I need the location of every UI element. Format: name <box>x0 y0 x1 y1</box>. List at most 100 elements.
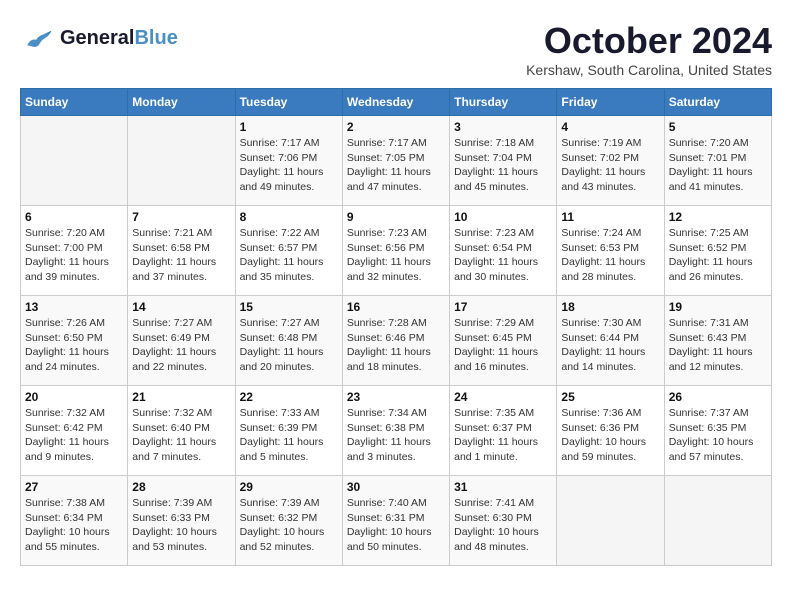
header-day: Wednesday <box>342 89 449 116</box>
calendar-cell: 6 Sunrise: 7:20 AM Sunset: 7:00 PM Daylig… <box>21 206 128 296</box>
day-info: Sunrise: 7:32 AM Sunset: 6:42 PM Dayligh… <box>25 406 123 465</box>
day-info: Sunrise: 7:20 AM Sunset: 7:00 PM Dayligh… <box>25 226 123 285</box>
day-info: Sunrise: 7:39 AM Sunset: 6:33 PM Dayligh… <box>132 496 230 555</box>
day-info: Sunrise: 7:31 AM Sunset: 6:43 PM Dayligh… <box>669 316 767 375</box>
day-number: 15 <box>240 300 338 314</box>
day-number: 23 <box>347 390 445 404</box>
calendar-cell: 4 Sunrise: 7:19 AM Sunset: 7:02 PM Daylig… <box>557 116 664 206</box>
day-info: Sunrise: 7:33 AM Sunset: 6:39 PM Dayligh… <box>240 406 338 465</box>
day-number: 17 <box>454 300 552 314</box>
calendar-cell: 15Sunrise: 7:27 AM Sunset: 6:48 PM Dayli… <box>235 296 342 386</box>
day-number: 10 <box>454 210 552 224</box>
calendar-header: SundayMondayTuesdayWednesdayThursdayFrid… <box>21 89 772 116</box>
day-number: 31 <box>454 480 552 494</box>
day-info: Sunrise: 7:23 AM Sunset: 6:56 PM Dayligh… <box>347 226 445 285</box>
day-info: Sunrise: 7:35 AM Sunset: 6:37 PM Dayligh… <box>454 406 552 465</box>
day-number: 28 <box>132 480 230 494</box>
header-day: Friday <box>557 89 664 116</box>
header-day: Thursday <box>450 89 557 116</box>
day-number: 7 <box>132 210 230 224</box>
day-number: 12 <box>669 210 767 224</box>
logo: GeneralBlue <box>20 20 178 56</box>
calendar-cell: 2 Sunrise: 7:17 AM Sunset: 7:05 PM Daylig… <box>342 116 449 206</box>
day-info: Sunrise: 7:37 AM Sunset: 6:35 PM Dayligh… <box>669 406 767 465</box>
day-info: Sunrise: 7:34 AM Sunset: 6:38 PM Dayligh… <box>347 406 445 465</box>
calendar-body: 1Sunrise: 7:17 AM Sunset: 7:06 PM Daylig… <box>21 116 772 566</box>
calendar-cell <box>21 116 128 206</box>
calendar-cell: 11Sunrise: 7:24 AM Sunset: 6:53 PM Dayli… <box>557 206 664 296</box>
day-info: Sunrise: 7:38 AM Sunset: 6:34 PM Dayligh… <box>25 496 123 555</box>
day-info: Sunrise: 7:40 AM Sunset: 6:31 PM Dayligh… <box>347 496 445 555</box>
header-day: Saturday <box>664 89 771 116</box>
logo-icon <box>20 20 56 56</box>
day-number: 22 <box>240 390 338 404</box>
calendar-cell: 8 Sunrise: 7:22 AM Sunset: 6:57 PM Daylig… <box>235 206 342 296</box>
day-number: 9 <box>347 210 445 224</box>
calendar-cell: 20 Sunrise: 7:32 AM Sunset: 6:42 PM Dayli… <box>21 386 128 476</box>
logo-general: GeneralBlue <box>60 27 178 49</box>
calendar-cell: 25Sunrise: 7:36 AM Sunset: 6:36 PM Dayli… <box>557 386 664 476</box>
month-title: October 2024 <box>526 20 772 62</box>
day-number: 11 <box>561 210 659 224</box>
day-number: 16 <box>347 300 445 314</box>
day-info: Sunrise: 7:20 AM Sunset: 7:01 PM Dayligh… <box>669 136 767 195</box>
calendar-cell: 21 Sunrise: 7:32 AM Sunset: 6:40 PM Dayli… <box>128 386 235 476</box>
day-number: 21 <box>132 390 230 404</box>
day-info: Sunrise: 7:32 AM Sunset: 6:40 PM Dayligh… <box>132 406 230 465</box>
day-info: Sunrise: 7:18 AM Sunset: 7:04 PM Dayligh… <box>454 136 552 195</box>
header-day: Sunday <box>21 89 128 116</box>
day-number: 1 <box>240 120 338 134</box>
day-info: Sunrise: 7:30 AM Sunset: 6:44 PM Dayligh… <box>561 316 659 375</box>
day-number: 6 <box>25 210 123 224</box>
day-info: Sunrise: 7:41 AM Sunset: 6:30 PM Dayligh… <box>454 496 552 555</box>
day-info: Sunrise: 7:17 AM Sunset: 7:05 PM Dayligh… <box>347 136 445 195</box>
day-number: 27 <box>25 480 123 494</box>
calendar-cell: 16 Sunrise: 7:28 AM Sunset: 6:46 PM Dayli… <box>342 296 449 386</box>
day-number: 29 <box>240 480 338 494</box>
day-number: 26 <box>669 390 767 404</box>
calendar-cell: 9 Sunrise: 7:23 AM Sunset: 6:56 PM Daylig… <box>342 206 449 296</box>
calendar-cell: 27 Sunrise: 7:38 AM Sunset: 6:34 PM Dayli… <box>21 476 128 566</box>
calendar-week-row: 20 Sunrise: 7:32 AM Sunset: 6:42 PM Dayli… <box>21 386 772 476</box>
day-number: 25 <box>561 390 659 404</box>
calendar-table: SundayMondayTuesdayWednesdayThursdayFrid… <box>20 88 772 566</box>
calendar-cell: 29 Sunrise: 7:39 AM Sunset: 6:32 PM Dayli… <box>235 476 342 566</box>
calendar-week-row: 1Sunrise: 7:17 AM Sunset: 7:06 PM Daylig… <box>21 116 772 206</box>
page-header: GeneralBlue October 2024 Kershaw, South … <box>20 20 772 78</box>
day-info: Sunrise: 7:28 AM Sunset: 6:46 PM Dayligh… <box>347 316 445 375</box>
day-number: 2 <box>347 120 445 134</box>
day-info: Sunrise: 7:22 AM Sunset: 6:57 PM Dayligh… <box>240 226 338 285</box>
calendar-cell <box>557 476 664 566</box>
header-day: Monday <box>128 89 235 116</box>
day-info: Sunrise: 7:39 AM Sunset: 6:32 PM Dayligh… <box>240 496 338 555</box>
calendar-cell: 30Sunrise: 7:40 AM Sunset: 6:31 PM Dayli… <box>342 476 449 566</box>
calendar-cell: 24 Sunrise: 7:35 AM Sunset: 6:37 PM Dayli… <box>450 386 557 476</box>
logo-text-block: GeneralBlue <box>60 27 178 49</box>
day-number: 4 <box>561 120 659 134</box>
day-number: 19 <box>669 300 767 314</box>
day-info: Sunrise: 7:25 AM Sunset: 6:52 PM Dayligh… <box>669 226 767 285</box>
calendar-cell: 18 Sunrise: 7:30 AM Sunset: 6:44 PM Dayli… <box>557 296 664 386</box>
calendar-cell: 23 Sunrise: 7:34 AM Sunset: 6:38 PM Dayli… <box>342 386 449 476</box>
calendar-cell: 28 Sunrise: 7:39 AM Sunset: 6:33 PM Dayli… <box>128 476 235 566</box>
day-info: Sunrise: 7:19 AM Sunset: 7:02 PM Dayligh… <box>561 136 659 195</box>
day-number: 18 <box>561 300 659 314</box>
day-info: Sunrise: 7:26 AM Sunset: 6:50 PM Dayligh… <box>25 316 123 375</box>
day-number: 14 <box>132 300 230 314</box>
calendar-cell: 10 Sunrise: 7:23 AM Sunset: 6:54 PM Dayli… <box>450 206 557 296</box>
day-number: 24 <box>454 390 552 404</box>
calendar-cell: 14Sunrise: 7:27 AM Sunset: 6:49 PM Dayli… <box>128 296 235 386</box>
calendar-week-row: 13Sunrise: 7:26 AM Sunset: 6:50 PM Dayli… <box>21 296 772 386</box>
calendar-cell: 7 Sunrise: 7:21 AM Sunset: 6:58 PM Daylig… <box>128 206 235 296</box>
calendar-cell: 1Sunrise: 7:17 AM Sunset: 7:06 PM Daylig… <box>235 116 342 206</box>
calendar-cell: 22 Sunrise: 7:33 AM Sunset: 6:39 PM Dayli… <box>235 386 342 476</box>
day-number: 8 <box>240 210 338 224</box>
calendar-cell: 12 Sunrise: 7:25 AM Sunset: 6:52 PM Dayli… <box>664 206 771 296</box>
day-info: Sunrise: 7:23 AM Sunset: 6:54 PM Dayligh… <box>454 226 552 285</box>
day-number: 20 <box>25 390 123 404</box>
calendar-cell <box>664 476 771 566</box>
day-info: Sunrise: 7:21 AM Sunset: 6:58 PM Dayligh… <box>132 226 230 285</box>
calendar-cell: 5Sunrise: 7:20 AM Sunset: 7:01 PM Daylig… <box>664 116 771 206</box>
calendar-cell: 26 Sunrise: 7:37 AM Sunset: 6:35 PM Dayli… <box>664 386 771 476</box>
location: Kershaw, South Carolina, United States <box>526 62 772 78</box>
